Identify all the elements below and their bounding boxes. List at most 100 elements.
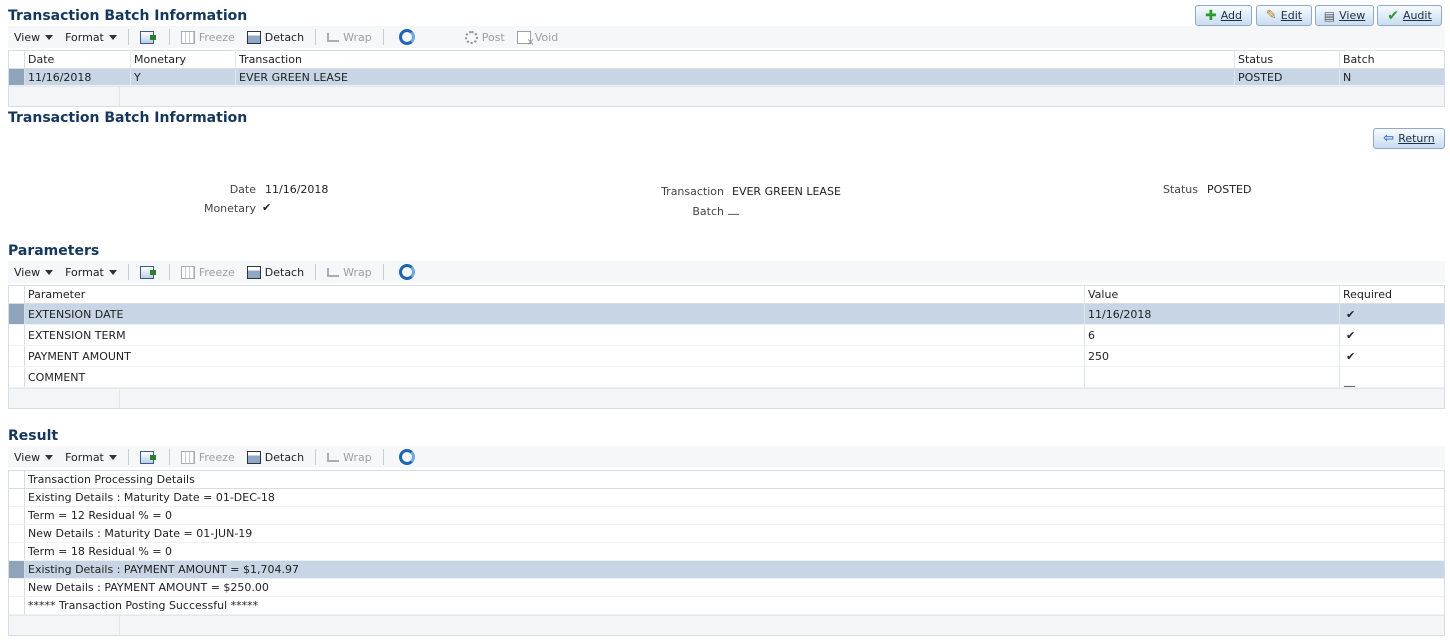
- toolbar-separator: [168, 29, 170, 45]
- result-toolbar: View Format Freeze Detach Wrap: [8, 446, 1445, 468]
- toolbar-separator: [168, 264, 170, 280]
- batch-label: Batch: [692, 205, 724, 218]
- toolbar-separator: [168, 449, 170, 465]
- cell-parameter: PAYMENT AMOUNT: [25, 346, 1085, 366]
- cell-value: 11/16/2018: [1085, 304, 1340, 324]
- export-icon: [139, 450, 156, 464]
- cell-detail: Existing Details : Maturity Date = 01-DE…: [28, 491, 275, 504]
- toolbar-separator: [382, 29, 384, 45]
- column-header-parameter[interactable]: Parameter: [25, 286, 1085, 303]
- table-row[interactable]: PAYMENT AMOUNT 250 ✔: [9, 346, 1444, 367]
- column-header-processing-details[interactable]: Transaction Processing Details: [25, 471, 1444, 488]
- format-menu[interactable]: Format: [59, 261, 123, 283]
- caret-down-icon: [45, 269, 54, 275]
- table-row[interactable]: COMMENT __: [9, 367, 1444, 388]
- column-header-date[interactable]: Date: [25, 51, 131, 68]
- detach-button[interactable]: Detach: [241, 26, 310, 48]
- freeze-button[interactable]: Freeze: [175, 261, 241, 283]
- wrap-button[interactable]: Wrap: [321, 446, 378, 468]
- parameters-grid: Parameter Value Required EXTENSION DATE …: [8, 285, 1445, 409]
- column-header-monetary[interactable]: Monetary: [131, 51, 236, 68]
- export-icon: [139, 265, 156, 279]
- format-menu[interactable]: Format: [59, 446, 123, 468]
- wrap-button[interactable]: Wrap: [321, 26, 378, 48]
- table-row[interactable]: EXTENSION DATE 11/16/2018 ✔: [9, 304, 1444, 325]
- table-row[interactable]: EXTENSION TERM 6 ✔: [9, 325, 1444, 346]
- export-button[interactable]: [134, 446, 164, 468]
- cell-date: 11/16/2018: [25, 69, 131, 85]
- view-button[interactable]: ▤ View: [1315, 5, 1374, 26]
- caret-down-icon: [108, 454, 117, 460]
- cell-parameter: EXTENSION DATE: [25, 304, 1085, 324]
- column-header-transaction[interactable]: Transaction: [236, 51, 1235, 68]
- status-label: Status: [1162, 183, 1198, 196]
- table-row[interactable]: 11/16/2018 Y EVER GREEN LEASE POSTED N: [9, 69, 1444, 86]
- grid-footer: [9, 388, 1444, 408]
- table-row[interactable]: Existing Details : PAYMENT AMOUNT = $1,7…: [9, 561, 1444, 579]
- required-check-icon: ✔: [1346, 349, 1356, 363]
- toolbar-separator: [382, 449, 384, 465]
- void-icon: [516, 30, 535, 48]
- batch-grid: Date Monetary Transaction Status Batch 1…: [8, 50, 1445, 107]
- pencil-icon: ✎: [1265, 8, 1277, 23]
- detach-icon: [246, 450, 261, 464]
- check-icon: ✔: [1387, 7, 1399, 24]
- freeze-button[interactable]: Freeze: [175, 446, 241, 468]
- freeze-icon: [180, 450, 195, 464]
- plus-icon: ✚: [1204, 7, 1217, 24]
- edit-button[interactable]: ✎ Edit: [1256, 5, 1312, 26]
- batch-grid-toolbar: View Format Freeze Detach Wrap Post Void: [8, 26, 1445, 48]
- caret-down-icon: [108, 34, 117, 40]
- cell-detail: New Details : Maturity Date = 01-JUN-19: [28, 527, 253, 540]
- cell-status: POSTED: [1235, 69, 1340, 85]
- result-grid-header: Transaction Processing Details: [9, 471, 1444, 489]
- cell-detail: Term = 12 Residual % = 0: [28, 509, 172, 522]
- refresh-button[interactable]: [393, 261, 425, 283]
- table-row[interactable]: New Details : Maturity Date = 01-JUN-19: [9, 525, 1444, 543]
- table-row[interactable]: New Details : PAYMENT AMOUNT = $250.00: [9, 579, 1444, 597]
- export-icon: [139, 30, 156, 44]
- result-grid: Transaction Processing Details Existing …: [8, 470, 1445, 636]
- view-menu[interactable]: View: [8, 446, 59, 468]
- return-button[interactable]: ⇦ Return: [1373, 128, 1445, 149]
- refresh-button[interactable]: [393, 26, 425, 48]
- batch-grid-title: Transaction Batch Information: [8, 8, 248, 24]
- table-row[interactable]: Term = 12 Residual % = 0: [9, 507, 1444, 525]
- column-header-status[interactable]: Status: [1235, 51, 1340, 68]
- column-header-required[interactable]: Required: [1340, 286, 1444, 303]
- cell-detail: New Details : PAYMENT AMOUNT = $250.00: [28, 581, 269, 594]
- parameters-grid-header: Parameter Value Required: [9, 286, 1444, 304]
- cell-detail: Existing Details : PAYMENT AMOUNT = $1,7…: [28, 563, 299, 576]
- view-menu[interactable]: View: [8, 26, 59, 48]
- batch-detail-title: Transaction Batch Information: [8, 110, 248, 126]
- arrow-left-icon: ⇦: [1383, 131, 1395, 146]
- void-button[interactable]: Void: [511, 26, 564, 48]
- toolbar-separator: [127, 264, 129, 280]
- date-value: 11/16/2018: [265, 183, 329, 196]
- column-header-batch[interactable]: Batch: [1340, 51, 1444, 68]
- view-menu[interactable]: View: [8, 261, 59, 283]
- wrap-button[interactable]: Wrap: [321, 261, 378, 283]
- export-button[interactable]: [134, 26, 164, 48]
- table-row[interactable]: Term = 18 Residual % = 0: [9, 543, 1444, 561]
- column-header-value[interactable]: Value: [1085, 286, 1340, 303]
- export-button[interactable]: [134, 261, 164, 283]
- freeze-button[interactable]: Freeze: [175, 26, 241, 48]
- batch-value: __: [728, 202, 739, 215]
- detach-button[interactable]: Detach: [241, 446, 310, 468]
- monetary-label: Monetary: [203, 202, 256, 215]
- post-button[interactable]: Post: [459, 26, 511, 48]
- gear-icon: [464, 30, 478, 44]
- table-row[interactable]: ***** Transaction Posting Successful ***…: [9, 597, 1444, 615]
- cell-detail: ***** Transaction Posting Successful ***…: [28, 599, 259, 612]
- refresh-button[interactable]: [393, 446, 425, 468]
- table-row[interactable]: Existing Details : Maturity Date = 01-DE…: [9, 489, 1444, 507]
- required-check-icon: ✔: [1346, 307, 1356, 321]
- add-button[interactable]: ✚ Add: [1195, 5, 1252, 26]
- detach-button[interactable]: Detach: [241, 261, 310, 283]
- required-empty-marker: __: [1344, 374, 1355, 387]
- freeze-icon: [180, 265, 195, 279]
- cell-batch: N: [1343, 70, 1352, 84]
- format-menu[interactable]: Format: [59, 26, 123, 48]
- audit-button[interactable]: ✔ Audit: [1377, 5, 1442, 26]
